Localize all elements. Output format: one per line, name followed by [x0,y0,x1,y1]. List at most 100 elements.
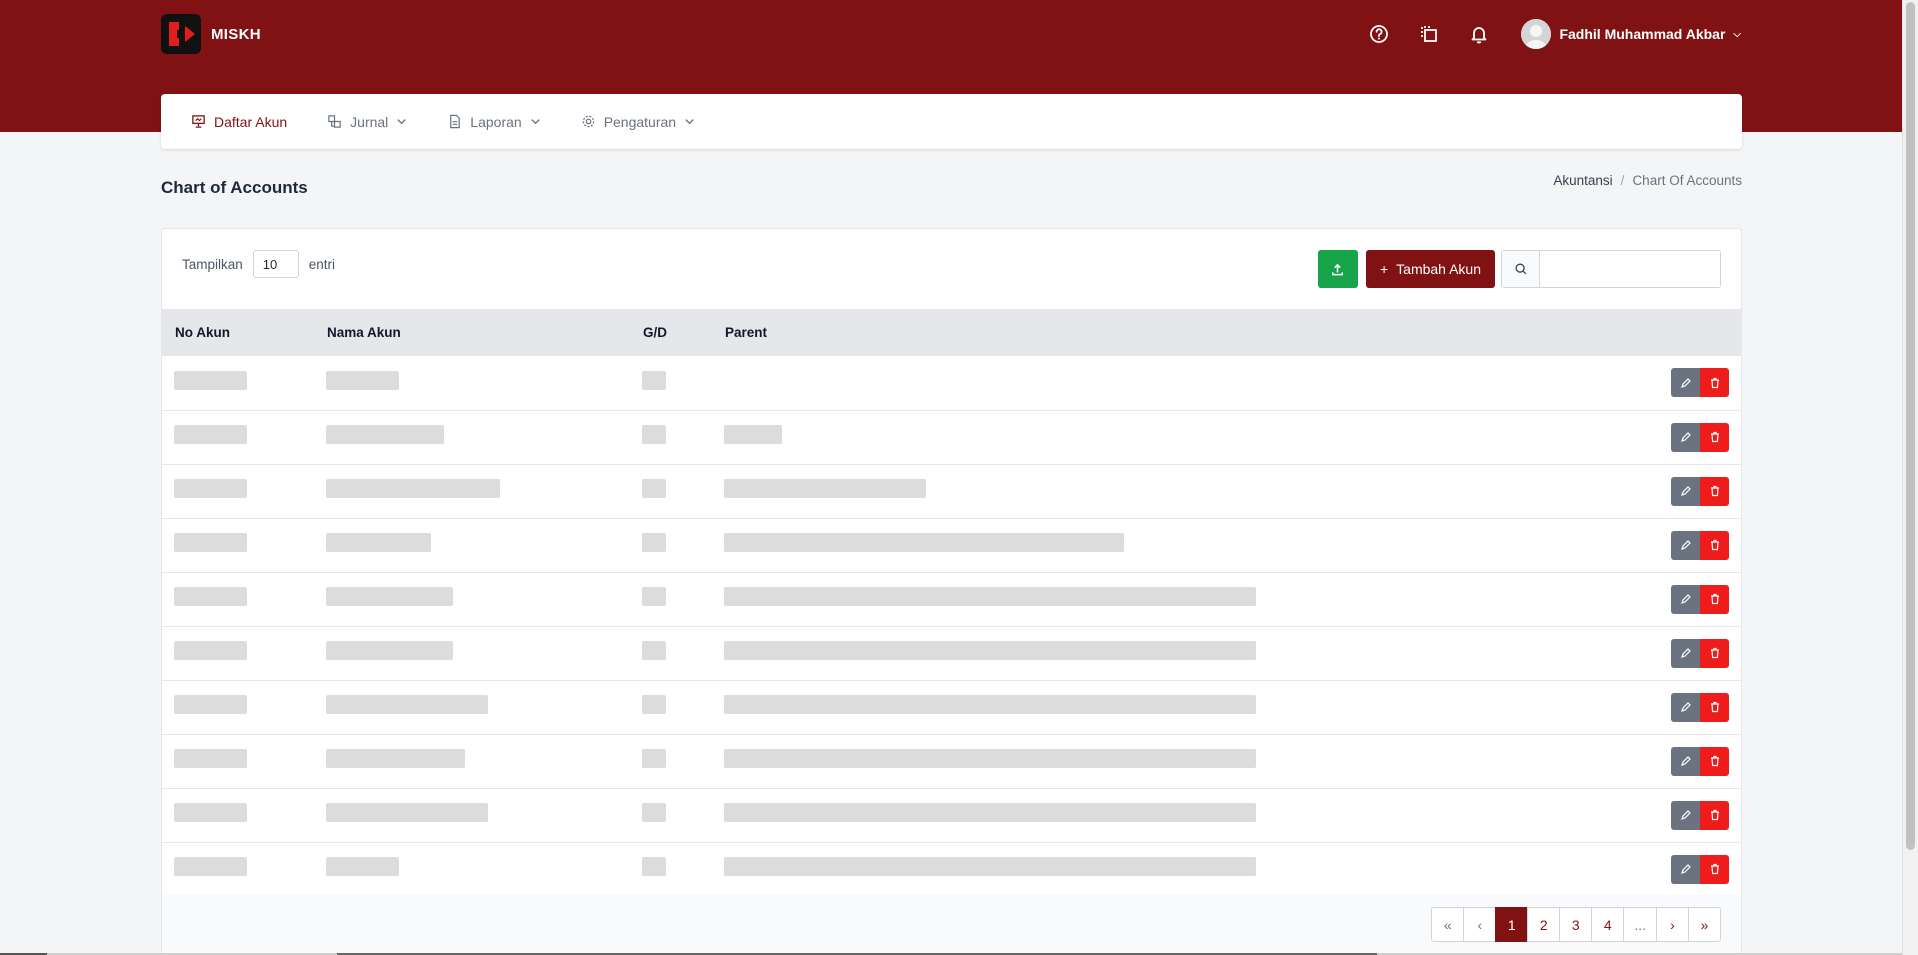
edit-button[interactable] [1671,800,1700,830]
chevron-down-icon [531,119,540,125]
delete-button[interactable] [1700,476,1729,506]
delete-button[interactable] [1700,530,1729,560]
delete-button[interactable] [1700,854,1729,884]
redacted-cell [724,587,1256,606]
edit-button[interactable] [1671,530,1700,560]
pencil-icon [1680,594,1691,604]
table-row [162,518,1741,572]
add-account-label: Tambah Akun [1396,261,1481,277]
main-nav: Daftar Akun Jurnal Laporan Pengaturan [161,94,1742,149]
edit-button[interactable] [1671,584,1700,614]
trash-icon [1710,377,1719,388]
redacted-cell [724,857,1256,876]
trash-icon [1710,809,1719,821]
search-input[interactable] [1540,251,1720,287]
pencil-icon [1680,486,1691,496]
delete-button[interactable] [1700,692,1729,722]
gear-icon [582,115,594,128]
delete-button[interactable] [1700,422,1729,452]
breadcrumb-separator: / [1620,173,1625,188]
redacted-cell [642,425,666,444]
delete-button[interactable] [1700,746,1729,776]
column-nama-akun[interactable]: Nama Akun [314,309,630,356]
redacted-cell [724,749,1256,768]
redacted-cell [174,425,247,444]
delete-button[interactable] [1700,638,1729,668]
redacted-cell [174,587,247,606]
edit-button[interactable] [1671,638,1700,668]
nav-item-pengaturan[interactable]: Pengaturan [581,114,695,130]
delete-button[interactable] [1700,800,1729,830]
column-parent[interactable]: Parent [712,309,1606,356]
redacted-cell [724,479,926,498]
redacted-cell [642,479,666,498]
nav-label: Jurnal [350,113,389,130]
page-1[interactable]: 1 [1495,907,1529,942]
pagination: « ‹ 1 2 3 4 ... › » [1431,907,1721,942]
table-header-row: No Akun Nama Akun G/D Parent [162,309,1741,356]
edit-button[interactable] [1671,368,1700,398]
edit-button[interactable] [1671,422,1700,452]
plus-icon: + [1379,261,1389,277]
page-title: Chart of Accounts [161,178,308,197]
help-icon[interactable] [1367,22,1391,46]
apps-icon[interactable] [1417,22,1441,46]
trash-icon [1710,647,1719,659]
edit-button[interactable] [1671,746,1700,776]
edit-button[interactable] [1671,476,1700,506]
delete-button[interactable] [1700,584,1729,614]
scrollbar-thumb[interactable] [1906,2,1915,850]
add-account-button[interactable]: + Tambah Akun [1365,250,1495,288]
page-last[interactable]: » [1688,907,1721,942]
accounts-table: No Akun Nama Akun G/D Parent [162,309,1741,897]
top-actions: Fadhil Muhammad Akbar ⌵ [1341,19,1741,49]
table-row [162,734,1741,788]
redacted-cell [724,533,1124,552]
table-row [162,572,1741,626]
redacted-cell [326,641,453,660]
redacted-cell [174,479,247,498]
user-menu[interactable]: Fadhil Muhammad Akbar ⌵ [1521,19,1741,49]
column-gd[interactable]: G/D [630,309,712,356]
brand[interactable]: MISKH [161,14,261,54]
entries-input[interactable] [252,250,299,278]
nav-label: Laporan [470,113,522,130]
column-no-akun[interactable]: No Akun [162,309,314,356]
table-row [162,842,1741,896]
scrollbar[interactable] [1902,0,1918,955]
redacted-cell [174,641,247,660]
nav-item-laporan[interactable]: Laporan [447,114,540,130]
redacted-cell [174,533,247,552]
redacted-cell [724,695,1256,714]
bell-icon[interactable] [1467,22,1491,46]
redacted-cell [642,695,666,714]
page-4[interactable]: 4 [1591,907,1625,942]
breadcrumb-item-akuntansi[interactable]: Akuntansi [1553,173,1612,188]
page-first[interactable]: « [1431,907,1465,942]
redacted-cell [642,533,666,552]
delete-button[interactable] [1700,368,1729,398]
chevron-down-icon: ⌵ [1733,28,1741,40]
chevron-down-icon [397,119,406,125]
edit-button[interactable] [1671,854,1700,884]
edit-button[interactable] [1671,692,1700,722]
page-prev[interactable]: ‹ [1463,907,1497,942]
top-bar: MISKH Fadhil Muhammad Akbar ⌵ [161,14,1741,54]
avatar [1521,19,1552,49]
presentation-icon [192,115,205,128]
trash-icon [1710,485,1719,497]
nav-item-jurnal[interactable]: Jurnal [327,114,407,130]
redacted-cell [642,370,666,390]
redacted-cell [326,803,488,822]
redacted-cell [326,533,431,552]
table-row [162,464,1741,518]
nav-item-daftar-akun[interactable]: Daftar Akun [191,114,287,130]
redacted-cell [174,857,247,876]
toolbar-actions: + Tambah Akun [1317,250,1721,288]
pencil-icon [1680,432,1691,442]
page-next[interactable]: › [1656,907,1689,942]
export-button[interactable] [1317,250,1358,288]
page-2[interactable]: 2 [1527,907,1561,942]
redacted-cell [642,587,666,606]
page-3[interactable]: 3 [1559,907,1593,942]
